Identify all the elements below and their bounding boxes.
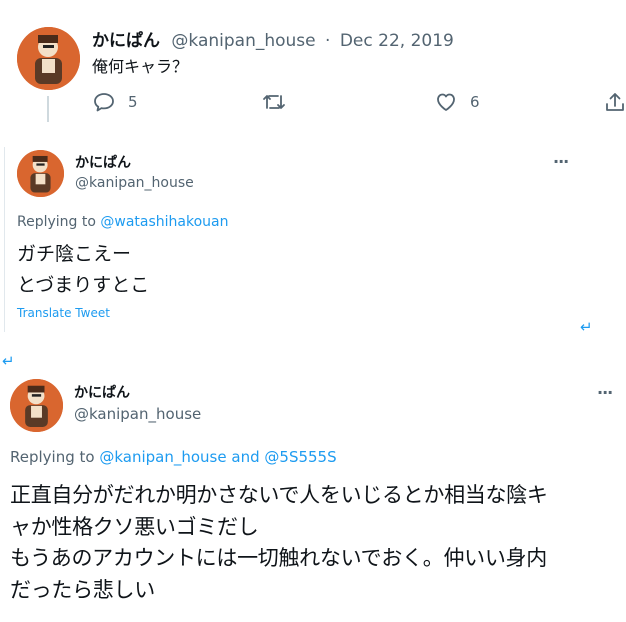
avatar[interactable] <box>17 150 64 197</box>
tweet-text-line: もうあのアカウントには一切触れないでおく。仲いい身内 <box>10 546 547 570</box>
reply-icon[interactable] <box>93 92 115 112</box>
tweet-text-line: 正直自分がだれか明かさないで人をいじるとか相当な陰キ <box>10 483 548 507</box>
avatar-image <box>17 150 64 197</box>
thread-divider <box>4 147 5 332</box>
tweet-text-line: だったら悲しい <box>10 578 155 602</box>
avatar[interactable] <box>10 379 63 432</box>
translate-tweet-link[interactable]: Translate Tweet <box>17 306 110 321</box>
share-icon[interactable] <box>605 91 625 113</box>
like-count: 6 <box>470 93 480 111</box>
avatar-image <box>17 27 80 90</box>
display-name[interactable]: かにぱん <box>74 385 130 402</box>
replying-to-link[interactable]: @kanipan_house <box>99 448 226 466</box>
replying-to-label: Replying to <box>17 214 96 230</box>
avatar-image <box>10 379 63 432</box>
tweet-text-line: とづまりすとこ <box>17 274 150 296</box>
tweet-text-line: ガチ陰こえー <box>17 243 132 265</box>
replying-to-and: and <box>231 448 260 466</box>
return-icon: ↵ <box>2 352 15 370</box>
more-options-icon[interactable]: ··· <box>553 152 569 171</box>
dot-separator: · <box>325 31 331 51</box>
retweet-icon[interactable] <box>262 92 286 112</box>
thread-connector <box>47 96 49 122</box>
handle[interactable]: @kanipan_house <box>74 405 201 423</box>
replying-to-link[interactable]: @watashihakouan <box>100 214 228 230</box>
more-options-icon[interactable]: ··· <box>597 383 613 402</box>
return-icon: ↵ <box>580 318 593 336</box>
tweet-text: 俺何キャラ？ <box>92 57 189 76</box>
tweet-text-line: ャか性格クソ悪いゴミだし <box>10 515 259 539</box>
handle[interactable]: @kanipan_house <box>75 175 194 192</box>
replying-to-label: Replying to <box>10 448 95 466</box>
like-icon[interactable] <box>435 92 457 112</box>
display-name[interactable]: かにぱん <box>92 31 160 51</box>
display-name[interactable]: かにぱん <box>75 155 131 172</box>
replying-to-link[interactable]: @5S555S <box>264 448 336 466</box>
avatar[interactable] <box>17 27 80 90</box>
reply-count: 5 <box>128 93 138 111</box>
handle[interactable]: @kanipan_house <box>171 31 315 51</box>
timestamp[interactable]: Dec 22, 2019 <box>340 31 454 51</box>
